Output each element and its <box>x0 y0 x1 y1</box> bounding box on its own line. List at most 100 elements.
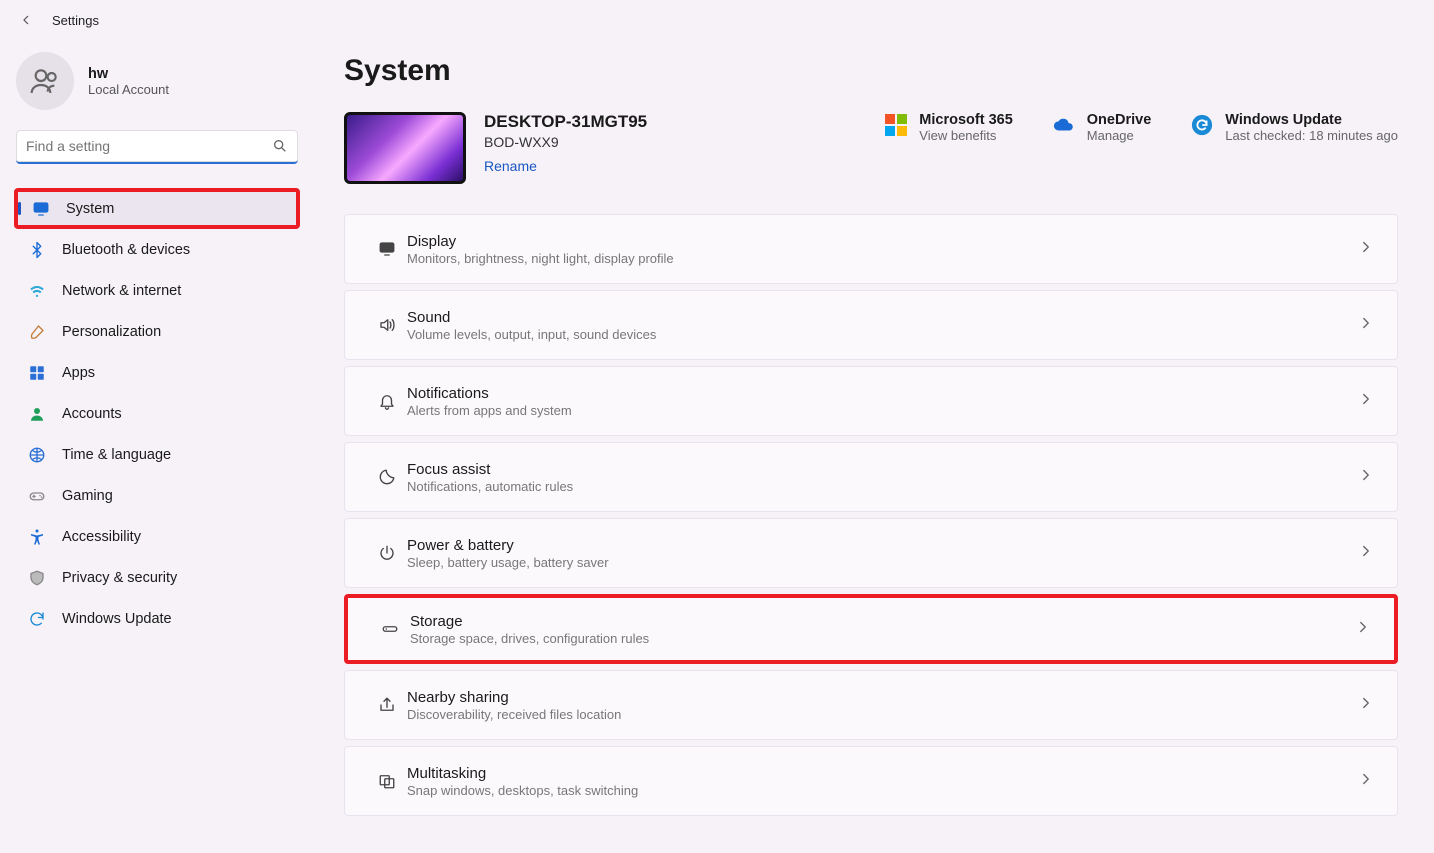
sync-icon <box>28 610 46 628</box>
ms365-icon <box>885 114 907 136</box>
wifi-icon <box>28 282 46 300</box>
card-subtitle: Monitors, brightness, night light, displ… <box>407 251 1357 266</box>
device-model: BOD-WXX9 <box>484 134 647 150</box>
app-title: Settings <box>52 13 99 28</box>
settings-card-storage[interactable]: StorageStorage space, drives, configurat… <box>344 594 1398 664</box>
drive-icon <box>370 620 410 638</box>
card-title: Storage <box>410 613 1354 630</box>
sidebar-item-label: System <box>66 201 114 217</box>
sidebar-item-label: Time & language <box>62 447 171 463</box>
cloud-link-microsoft-365[interactable]: Microsoft 365View benefits <box>885 112 1012 143</box>
monitor-icon <box>367 240 407 258</box>
chevron-right-icon <box>1357 694 1375 717</box>
sidebar-item-system[interactable]: System <box>14 188 300 229</box>
sidebar-item-label: Privacy & security <box>62 570 177 586</box>
sidebar-item-label: Accessibility <box>62 529 141 545</box>
bluetooth-icon <box>28 241 46 259</box>
card-title: Power & battery <box>407 537 1357 554</box>
cloud-link-title: OneDrive <box>1087 112 1151 128</box>
cloud-link-onedrive[interactable]: OneDriveManage <box>1053 112 1151 143</box>
main-content: System DESKTOP-31MGT95 BOD-WXX9 Rename M… <box>310 36 1434 816</box>
sidebar: hw Local Account System Bluetooth & devic… <box>0 36 310 816</box>
moon-icon <box>367 468 407 486</box>
cloud-link-sub: Last checked: 18 minutes ago <box>1225 128 1398 143</box>
profile-name: hw <box>88 66 169 82</box>
card-title: Nearby sharing <box>407 689 1357 706</box>
settings-card-nearby-sharing[interactable]: Nearby sharingDiscoverability, received … <box>344 670 1398 740</box>
search-icon[interactable] <box>272 138 288 157</box>
sidebar-item-label: Accounts <box>62 406 122 422</box>
card-subtitle: Sleep, battery usage, battery saver <box>407 555 1357 570</box>
sidebar-nav: System Bluetooth & devices Network & inter… <box>14 188 300 639</box>
cloud-link-windows-update[interactable]: Windows UpdateLast checked: 18 minutes a… <box>1191 112 1398 143</box>
bell-icon <box>367 392 407 410</box>
sidebar-item-gaming[interactable]: Gaming <box>14 475 300 516</box>
settings-card-power-battery[interactable]: Power & batterySleep, battery usage, bat… <box>344 518 1398 588</box>
cloud-links: Microsoft 365View benefits OneDriveManage… <box>885 112 1398 143</box>
cloud-icon <box>1053 114 1075 136</box>
chevron-right-icon <box>1357 314 1375 337</box>
cloud-link-title: Windows Update <box>1225 112 1398 128</box>
settings-card-display[interactable]: DisplayMonitors, brightness, night light… <box>344 214 1398 284</box>
sidebar-item-label: Personalization <box>62 324 161 340</box>
chevron-right-icon <box>1357 770 1375 793</box>
person-icon <box>28 405 46 423</box>
sidebar-item-apps[interactable]: Apps <box>14 352 300 393</box>
card-title: Notifications <box>407 385 1357 402</box>
chevron-right-icon <box>1357 390 1375 413</box>
sidebar-item-windows-update[interactable]: Windows Update <box>14 598 300 639</box>
search-input[interactable] <box>16 130 298 164</box>
clock-globe-icon <box>28 446 46 464</box>
title-bar: Settings <box>0 0 1434 36</box>
sidebar-item-label: Apps <box>62 365 95 381</box>
sidebar-item-accessibility[interactable]: Accessibility <box>14 516 300 557</box>
settings-cards-list: DisplayMonitors, brightness, night light… <box>344 214 1398 816</box>
settings-card-focus-assist[interactable]: Focus assistNotifications, automatic rul… <box>344 442 1398 512</box>
gamepad-icon <box>28 487 46 505</box>
sync-circle-icon <box>1191 114 1213 136</box>
cloud-link-title: Microsoft 365 <box>919 112 1012 128</box>
card-subtitle: Volume levels, output, input, sound devi… <box>407 327 1357 342</box>
sidebar-item-network-internet[interactable]: Network & internet <box>14 270 300 311</box>
card-subtitle: Alerts from apps and system <box>407 403 1357 418</box>
page-title: System <box>344 54 1398 88</box>
card-title: Sound <box>407 309 1357 326</box>
profile-block[interactable]: hw Local Account <box>16 52 300 110</box>
sidebar-item-label: Bluetooth & devices <box>62 242 190 258</box>
rename-link[interactable]: Rename <box>484 158 537 174</box>
shield-icon <box>28 569 46 587</box>
search-wrap <box>16 130 298 164</box>
card-subtitle: Notifications, automatic rules <box>407 479 1357 494</box>
back-icon[interactable] <box>18 12 34 28</box>
card-subtitle: Snap windows, desktops, task switching <box>407 783 1357 798</box>
accessibility-icon <box>28 528 46 546</box>
chevron-right-icon <box>1357 542 1375 565</box>
sidebar-item-privacy-security[interactable]: Privacy & security <box>14 557 300 598</box>
sidebar-item-label: Windows Update <box>62 611 172 627</box>
profile-account-type: Local Account <box>88 82 169 97</box>
card-subtitle: Storage space, drives, configuration rul… <box>410 631 1354 646</box>
avatar <box>16 52 74 110</box>
card-subtitle: Discoverability, received files location <box>407 707 1357 722</box>
settings-card-sound[interactable]: SoundVolume levels, output, input, sound… <box>344 290 1398 360</box>
card-title: Focus assist <box>407 461 1357 478</box>
chevron-right-icon <box>1357 238 1375 261</box>
sidebar-item-accounts[interactable]: Accounts <box>14 393 300 434</box>
chevron-right-icon <box>1357 466 1375 489</box>
device-thumbnail[interactable] <box>344 112 466 184</box>
card-title: Multitasking <box>407 765 1357 782</box>
brush-icon <box>28 323 46 341</box>
monitor-icon <box>32 200 50 218</box>
settings-card-multitasking[interactable]: MultitaskingSnap windows, desktops, task… <box>344 746 1398 816</box>
chevron-right-icon <box>1354 618 1372 641</box>
share-icon <box>367 696 407 714</box>
sidebar-item-personalization[interactable]: Personalization <box>14 311 300 352</box>
sidebar-item-time-language[interactable]: Time & language <box>14 434 300 475</box>
sidebar-item-label: Network & internet <box>62 283 181 299</box>
multitask-icon <box>367 772 407 790</box>
sidebar-item-label: Gaming <box>62 488 113 504</box>
sidebar-item-bluetooth-devices[interactable]: Bluetooth & devices <box>14 229 300 270</box>
settings-card-notifications[interactable]: NotificationsAlerts from apps and system <box>344 366 1398 436</box>
device-row: DESKTOP-31MGT95 BOD-WXX9 Rename Microsof… <box>344 112 1398 184</box>
cloud-link-sub: View benefits <box>919 128 1012 143</box>
